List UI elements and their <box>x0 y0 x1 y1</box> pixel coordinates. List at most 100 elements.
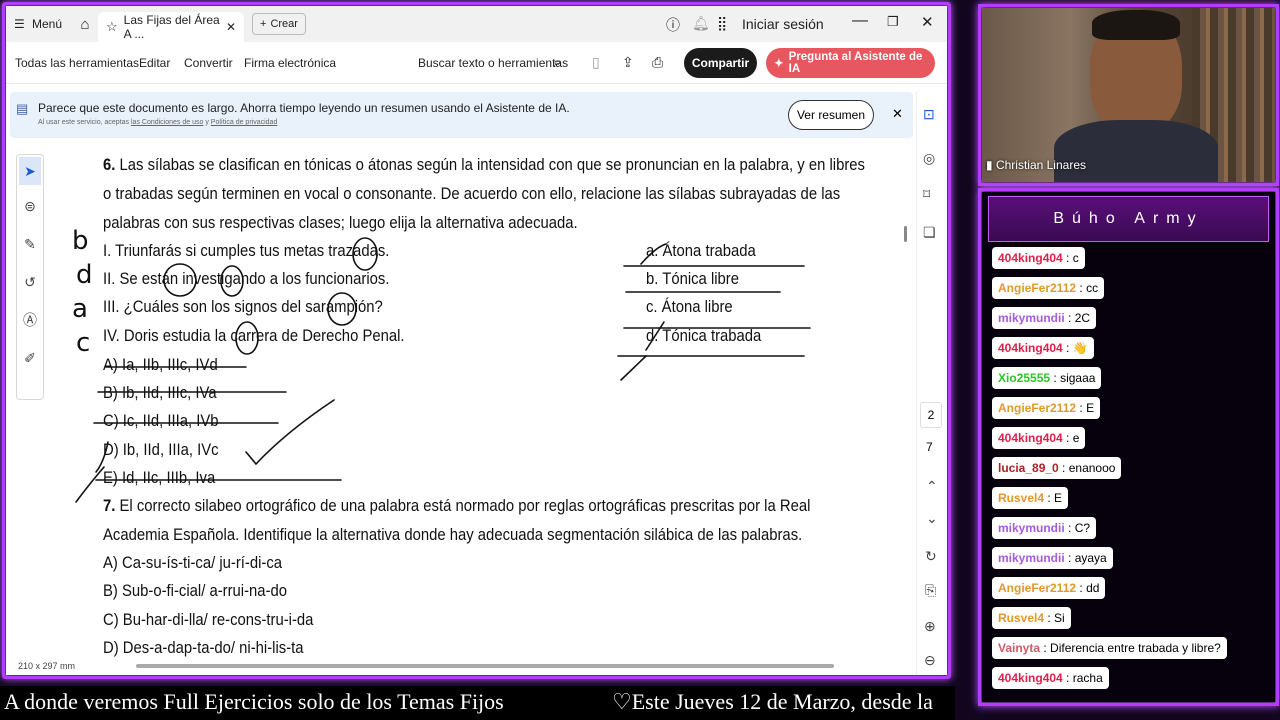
chat-username[interactable]: mikymundii <box>998 311 1065 325</box>
chat-text: ayaya <box>1074 551 1107 565</box>
close-banner-icon[interactable]: ✕ <box>892 106 903 122</box>
menu-label[interactable]: Menú <box>32 6 72 42</box>
esign-menu[interactable]: Firma electrónica <box>244 56 336 70</box>
chat-separator: : <box>1076 581 1087 595</box>
chevron-up-icon[interactable]: ⌃ <box>926 478 938 495</box>
q6-option: A) Ia, IIb, IIIc, IVd <box>103 356 218 374</box>
document-tab[interactable]: ☆ Las Fijas del Área A ... ✕ <box>98 12 244 42</box>
chat-username[interactable]: Xio25555 <box>998 371 1050 385</box>
chat-username[interactable]: mikymundii <box>998 551 1065 565</box>
chat-message: Xio25555 : sigaaa <box>992 367 1102 389</box>
edit-menu[interactable]: Editar <box>139 56 170 70</box>
star-icon[interactable]: ☆ <box>106 19 118 35</box>
chat-text: racha <box>1072 671 1103 685</box>
chat-username[interactable]: 404king404 <box>998 671 1063 685</box>
q6-option: C) Ic, IId, IIIa, IVb <box>103 412 219 430</box>
chat-separator: : <box>1050 371 1061 385</box>
restore-icon[interactable]: ❐ <box>887 14 899 30</box>
pen-icon[interactable]: ✎ <box>17 225 43 263</box>
pages-icon[interactable]: ❏ <box>923 224 936 241</box>
chat-message: Rusvel4 : Si <box>992 607 1071 629</box>
banner-fine-print: Al usar este servicio, aceptas las Condi… <box>38 119 277 126</box>
chat-message: AngieFer2112 : E <box>992 397 1101 419</box>
plus-icon: + <box>260 18 267 30</box>
q6-class: a. Átona trabada <box>646 242 756 260</box>
status-bar: 210 x 297 mm <box>6 658 916 675</box>
minimize-icon[interactable]: — <box>852 12 868 30</box>
bell-icon[interactable]: 🔔︎ <box>692 15 710 32</box>
ink-checkmark <box>245 399 335 466</box>
refresh-icon[interactable]: ↻ <box>925 548 937 565</box>
q6-class: c. Átona libre <box>646 298 733 316</box>
presenter-shirt <box>1054 120 1218 182</box>
chat-text: Diferencia entre trabada y libre? <box>1050 641 1221 655</box>
chat-separator: : <box>1064 551 1075 565</box>
zoom-in-icon[interactable]: ⊕ <box>924 618 936 635</box>
chat-username[interactable]: 404king404 <box>998 251 1063 265</box>
chat-message: 404king404 : 👋 <box>992 337 1094 359</box>
vertical-scrollbar[interactable] <box>904 226 907 242</box>
chat-message: AngieFer2112 : cc <box>992 277 1105 299</box>
privacy-link[interactable]: Política de privacidad <box>211 119 278 126</box>
menu-icon[interactable]: ☰ <box>14 6 28 42</box>
chat-username[interactable]: AngieFer2112 <box>998 281 1076 295</box>
chat-message: 404king404 : racha <box>992 667 1109 689</box>
chat-username[interactable]: mikymundii <box>998 521 1065 535</box>
q7-option: D) Des-a-dap-ta-do/ ni-hi-lis-ta <box>103 639 304 657</box>
ai-summary-banner: ▤ Parece que este documento es largo. Ah… <box>10 92 913 138</box>
lasso-icon[interactable]: ↺ <box>17 263 43 301</box>
sign-in-link[interactable]: Iniciar sesión <box>742 16 824 32</box>
horizontal-scrollbar[interactable] <box>136 664 834 668</box>
share-button[interactable]: Compartir <box>684 48 757 78</box>
close-tab-icon[interactable]: ✕ <box>226 20 236 34</box>
terms-link[interactable]: las Condiciones de uso <box>131 119 203 126</box>
chat-text: enanooo <box>1068 461 1116 475</box>
fit-page-icon[interactable]: ⎘ <box>925 582 936 599</box>
chat-username[interactable]: AngieFer2112 <box>998 401 1076 415</box>
bookmark-icon[interactable]: ⌑ <box>923 186 930 203</box>
page-total: 7 <box>926 440 933 454</box>
comment-icon[interactable]: ⊜ <box>17 187 43 225</box>
chat-header: Búho Army <box>988 196 1269 242</box>
chat-message: 404king404 : e <box>992 427 1086 449</box>
ai-assistant-button[interactable]: ✦ Pregunta al Asistente de IA <box>766 48 935 78</box>
home-icon[interactable]: ⌂ <box>72 6 98 42</box>
help-icon[interactable]: ⓘ <box>666 15 680 35</box>
view-summary-button[interactable]: Ver resumen <box>788 100 874 130</box>
q6-text-line: o trabadas según terminen en vocal o con… <box>103 185 841 203</box>
chat-separator: : <box>1076 401 1087 415</box>
search-icon[interactable]: ⌕ <box>553 54 561 71</box>
chat-message: mikymundii : 2C <box>992 307 1097 329</box>
page-number-input[interactable]: 2 <box>920 402 942 428</box>
print-icon[interactable]: ⎙ <box>652 54 663 71</box>
chat-username[interactable]: AngieFer2112 <box>998 581 1076 595</box>
save-icon[interactable]: ▯ <box>592 54 600 71</box>
chat-username[interactable]: Rusvel4 <box>998 611 1044 625</box>
comments-icon[interactable]: ◎ <box>923 150 935 167</box>
chevron-down-icon[interactable]: ⌄ <box>926 510 938 527</box>
text-select-icon[interactable]: Ⓐ <box>17 301 43 339</box>
left-tool-panel: ➤ ⊜ ✎ ↺ Ⓐ ✐ <box>16 154 44 400</box>
fine-print-text: Al usar este servicio, aceptas <box>38 119 130 126</box>
convert-menu[interactable]: Convertir <box>184 56 233 70</box>
close-window-icon[interactable]: ✕ <box>921 13 934 31</box>
zoom-out-icon[interactable]: ⊖ <box>924 652 936 669</box>
ai-chat-icon[interactable]: ⊡ <box>923 106 935 123</box>
chat-username[interactable]: 404king404 <box>998 341 1063 355</box>
chat-username[interactable]: Vainyta <box>998 641 1040 655</box>
q6-number: 6. <box>103 156 116 174</box>
sparkle-doc-icon: ▤ <box>16 101 29 116</box>
select-cursor-icon[interactable]: ➤ <box>19 157 41 185</box>
chat-username[interactable]: lucia_89_0 <box>998 461 1059 475</box>
chat-username[interactable]: Rusvel4 <box>998 491 1044 505</box>
all-tools-menu[interactable]: Todas las herramientas <box>15 56 139 70</box>
create-button[interactable]: + Crear <box>252 13 306 35</box>
stamp-icon[interactable]: ✐ <box>17 339 43 377</box>
apps-grid-icon[interactable]: ⣿ <box>717 15 727 32</box>
create-label: Crear <box>270 18 298 30</box>
signal-icon: ▮ <box>986 158 993 172</box>
upload-icon[interactable]: ⇪ <box>622 54 634 71</box>
chat-username[interactable]: 404king404 <box>998 431 1063 445</box>
search-tools-field[interactable]: Buscar texto o herramientas <box>418 56 568 70</box>
chat-separator: : <box>1064 521 1075 535</box>
